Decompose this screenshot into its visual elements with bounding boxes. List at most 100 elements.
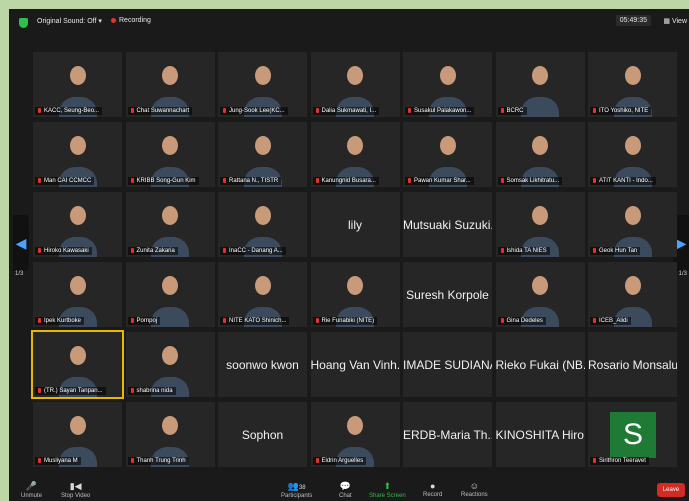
participant-tile[interactable]: Jung-Sook Lee(KC...: [218, 52, 307, 117]
participant-face: [162, 276, 178, 296]
muted-mic-icon: [130, 317, 134, 323]
participant-tile[interactable]: NITE KATO Shinich...: [218, 262, 307, 327]
participant-tile[interactable]: ICEB_Alidi: [588, 262, 677, 327]
original-sound-toggle[interactable]: Original Sound: Off ▾: [37, 17, 102, 25]
muted-mic-icon: [315, 317, 319, 323]
participant-tile[interactable]: Eldrin Arguelles: [310, 402, 400, 467]
prev-page-button[interactable]: ◀: [13, 215, 29, 271]
participant-label: Kanungnid Busara...: [312, 176, 379, 185]
participant-tile[interactable]: S Sirithron Teeravet: [588, 402, 677, 467]
participant-tile[interactable]: Thanh Trung Trinh: [125, 402, 215, 467]
participant-tile[interactable]: Rie Funabiki (NITE): [310, 262, 400, 327]
participant-tile[interactable]: (TR.) Sayan Tanpan...: [31, 330, 124, 399]
reactions-button[interactable]: ☺ Reactions: [461, 481, 488, 498]
participant-tile[interactable]: KINOSHITA Hiro...: [495, 402, 585, 467]
participant-tile[interactable]: ERDB-Maria Th...: [403, 402, 492, 467]
participant-tile[interactable]: IMADE SUDIANA: [403, 332, 492, 397]
muted-mic-icon: [500, 177, 504, 183]
participant-tile[interactable]: BCRC: [495, 52, 585, 117]
participant-tile[interactable]: KACC, Seung-Beo...: [33, 52, 122, 117]
participant-tile[interactable]: InaCC - Danang A...: [218, 192, 307, 257]
participant-label: BCRC: [497, 106, 527, 115]
participant-tile[interactable]: Dalia Sukmawati, I...: [310, 52, 400, 117]
participant-face: [532, 66, 548, 86]
participant-tile[interactable]: Hiroko Kawasaki: [33, 192, 122, 257]
participant-tile[interactable]: shabrina nida: [125, 332, 215, 397]
participant-face: [439, 136, 456, 156]
participant-label: InaCC - Danang A...: [220, 246, 286, 255]
leave-meeting-button[interactable]: Leave: [657, 483, 685, 497]
muted-mic-icon: [223, 247, 226, 253]
meeting-toolbar: 🎤 Unmute ▮◀ Stop Video 👥38 Participants 💬 Ch…: [9, 479, 689, 501]
participant-face: [624, 276, 641, 296]
participant-tile[interactable]: Ishida TA NIES: [495, 192, 585, 257]
video-grid: KACC, Seung-Beo... Chat Suwannachart Jung-…: [31, 52, 677, 468]
participant-label-text: shabrina nida: [136, 388, 173, 394]
participant-tile[interactable]: Musliyana M: [33, 402, 122, 467]
share-screen-button[interactable]: ⬆ Share Screen: [369, 481, 406, 499]
participant-tile[interactable]: Gina Dedeles: [495, 262, 585, 327]
participant-tile[interactable]: Pornpoj: [125, 262, 215, 327]
participant-face: [162, 66, 178, 86]
participant-tile[interactable]: Chat Suwannachart: [125, 52, 215, 117]
record-button[interactable]: ● Record: [423, 481, 442, 498]
participant-tile[interactable]: Rosario Monsalud: [588, 332, 677, 397]
muted-mic-icon: [223, 107, 226, 113]
participant-label: Man CAI CCMCC: [35, 176, 95, 185]
participant-tile[interactable]: KRIBB Song-Gun Kim: [125, 122, 215, 187]
participant-tile[interactable]: Zunita Zakaria: [125, 192, 215, 257]
participant-name-center: Mutsuaki Suzuki...: [403, 218, 492, 232]
participant-name-center: KINOSHITA Hiro...: [495, 428, 585, 442]
participant-tile[interactable]: Sophon: [218, 402, 307, 467]
participant-tile[interactable]: Susakul Palakawon...: [403, 52, 492, 117]
participant-tile[interactable]: Mutsuaki Suzuki...: [403, 192, 492, 257]
top-bar: Original Sound: Off ▾ Recording 05:49:35…: [9, 9, 689, 37]
chat-button[interactable]: 💬 Chat: [339, 481, 352, 499]
muted-mic-icon: [38, 107, 41, 113]
participant-label: KACC, Seung-Beo...: [35, 106, 103, 115]
participant-label-text: Pawan Kumar Shar...: [414, 178, 471, 184]
participant-tile[interactable]: Geok Hun Tan: [588, 192, 677, 257]
participant-label: ICEB_Alidi: [590, 316, 631, 325]
participant-label: Rattana N., TISTR: [220, 176, 282, 185]
participant-tile[interactable]: ITO Yoshiko, NITE: [588, 52, 677, 117]
muted-mic-icon: [130, 177, 134, 183]
participant-label-text: (TR.) Sayan Tanpan...: [44, 388, 103, 394]
participant-label: Sirithron Teeravet: [590, 456, 649, 465]
participant-tile[interactable]: Somsak Likhitratu...: [495, 122, 585, 187]
participant-tile[interactable]: Rieko Fukai (NB...: [495, 332, 585, 397]
participant-face: [532, 206, 548, 226]
participant-label: Gina Dedeles: [497, 316, 546, 325]
participant-tile[interactable]: Hoang Van Vinh...: [310, 332, 400, 397]
security-shield-icon[interactable]: [19, 18, 28, 28]
participant-tile[interactable]: ATIT KANTI - Indo...: [588, 122, 677, 187]
participant-label-text: Gina Dedeles: [506, 318, 543, 324]
participant-label-text: Geok Hun Tan: [599, 248, 638, 254]
participant-tile[interactable]: Pawan Kumar Shar...: [403, 122, 492, 187]
participant-tile[interactable]: Rattana N., TISTR: [218, 122, 307, 187]
unmute-button[interactable]: 🎤 Unmute: [21, 481, 42, 499]
page-indicator-right: 1/3: [678, 271, 687, 277]
participant-face: [69, 66, 86, 86]
participant-label-text: Eldrin Arguelles: [321, 458, 364, 464]
participant-face: [439, 66, 456, 86]
muted-mic-icon: [500, 317, 504, 323]
participants-button[interactable]: 👥38 Participants: [281, 481, 312, 499]
participant-tile[interactable]: Suresh Korpole: [403, 262, 492, 327]
participant-face: [69, 136, 86, 156]
participant-tile[interactable]: lily: [310, 192, 400, 257]
view-button[interactable]: ▦ View: [663, 17, 687, 25]
participant-name-center: ERDB-Maria Th...: [403, 428, 492, 442]
participant-tile[interactable]: Kanungnid Busara...: [310, 122, 400, 187]
muted-mic-icon: 🎤: [25, 481, 38, 491]
reactions-icon: ☺: [469, 481, 479, 491]
muted-mic-icon: [38, 177, 41, 183]
participant-tile[interactable]: Man CAI CCMCC: [33, 122, 122, 187]
participant-label: Dalia Sukmawati, I...: [312, 106, 380, 115]
participant-tile[interactable]: Ipek Kurtboke: [33, 262, 122, 327]
participant-tile[interactable]: soonwo kwon: [218, 332, 307, 397]
participant-label-text: ICEB_Alidi: [599, 318, 628, 324]
participant-face: [532, 136, 548, 156]
stop-video-button[interactable]: ▮◀ Stop Video: [61, 481, 90, 499]
participant-label-text: Kanungnid Busara...: [321, 178, 376, 184]
